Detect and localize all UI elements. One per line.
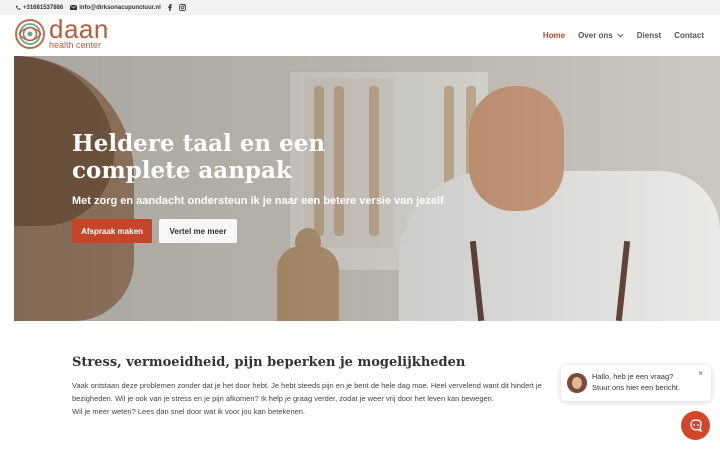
nav-item-over-ons[interactable]: Over ons (578, 31, 624, 40)
nav-item-home-label: Home (542, 31, 566, 40)
email-address[interactable]: info@dirksonacupunctuur.nl (79, 5, 161, 11)
section-text-line: Vaak ontstaan deze problemen zonder dat … (72, 381, 542, 390)
avatar (567, 373, 587, 393)
chat-launcher-button[interactable] (681, 411, 710, 440)
chat-icon (689, 418, 702, 432)
logo-tagline: health center (49, 40, 102, 50)
section-text: Vaak ontstaan deze problemen zonder dat … (72, 379, 592, 418)
chat-message: Hallo, heb je een vraag? Stuur ons hier … (592, 371, 680, 393)
book-appointment-button[interactable]: Afspraak maken (72, 219, 152, 243)
close-icon[interactable]: × (698, 369, 703, 378)
section-text-line: bezigheden. Wil je ook van je stress en … (72, 394, 494, 403)
nav-item-contact-label: Contact (674, 31, 704, 40)
hero-title: Heldere taal en een complete aanpak (72, 130, 326, 184)
logo-wordmark: daan (49, 14, 109, 44)
tell-me-more-button[interactable]: Vertel me meer (159, 219, 237, 243)
main-navigation: Home Over ons Dienst Contact (530, 31, 704, 40)
instagram-icon (178, 4, 186, 11)
hero-subtitle: Met zorg en aandacht ondersteun ik je na… (72, 195, 444, 207)
hero-banner: Heldere taal en een complete aanpak Met … (14, 56, 720, 321)
hero-overlay (14, 56, 720, 321)
logo-emblem-icon (15, 19, 45, 49)
email-contact[interactable]: info@dirksonacupunctuur.nl (70, 5, 161, 11)
nav-item-over-ons-label: Over ons (578, 31, 613, 40)
site-header: daan health center Home Over ons Dienst … (0, 15, 720, 56)
facebook-link[interactable] (167, 4, 172, 11)
nav-item-dienst[interactable]: Dienst (637, 31, 661, 40)
top-bar: +31681537886 info@dirksonacupunctuur.nl (0, 0, 720, 15)
instagram-link[interactable] (178, 4, 186, 11)
mail-icon (70, 5, 78, 10)
section-title: Stress, vermoeidheid, pijn beperken je m… (72, 355, 466, 370)
chevron-down-icon (617, 33, 624, 38)
phone-icon (15, 5, 21, 10)
chat-message-line: Hallo, heb je een vraag? (592, 372, 674, 381)
phone-contact[interactable]: +31681537886 (15, 5, 63, 11)
facebook-icon (167, 4, 172, 11)
phone-number[interactable]: +31681537886 (23, 5, 63, 11)
section-text-line: Wil je meer weten? Lees dan snel door wa… (72, 407, 306, 416)
chat-message-line: Stuur ons hier een bericht. (592, 383, 680, 392)
nav-item-contact[interactable]: Contact (674, 31, 704, 40)
site-logo[interactable]: daan health center (15, 14, 109, 50)
nav-item-home[interactable]: Home (543, 31, 565, 40)
chat-popup[interactable]: Hallo, heb je een vraag? Stuur ons hier … (561, 365, 711, 401)
nav-item-dienst-label: Dienst (636, 31, 662, 40)
